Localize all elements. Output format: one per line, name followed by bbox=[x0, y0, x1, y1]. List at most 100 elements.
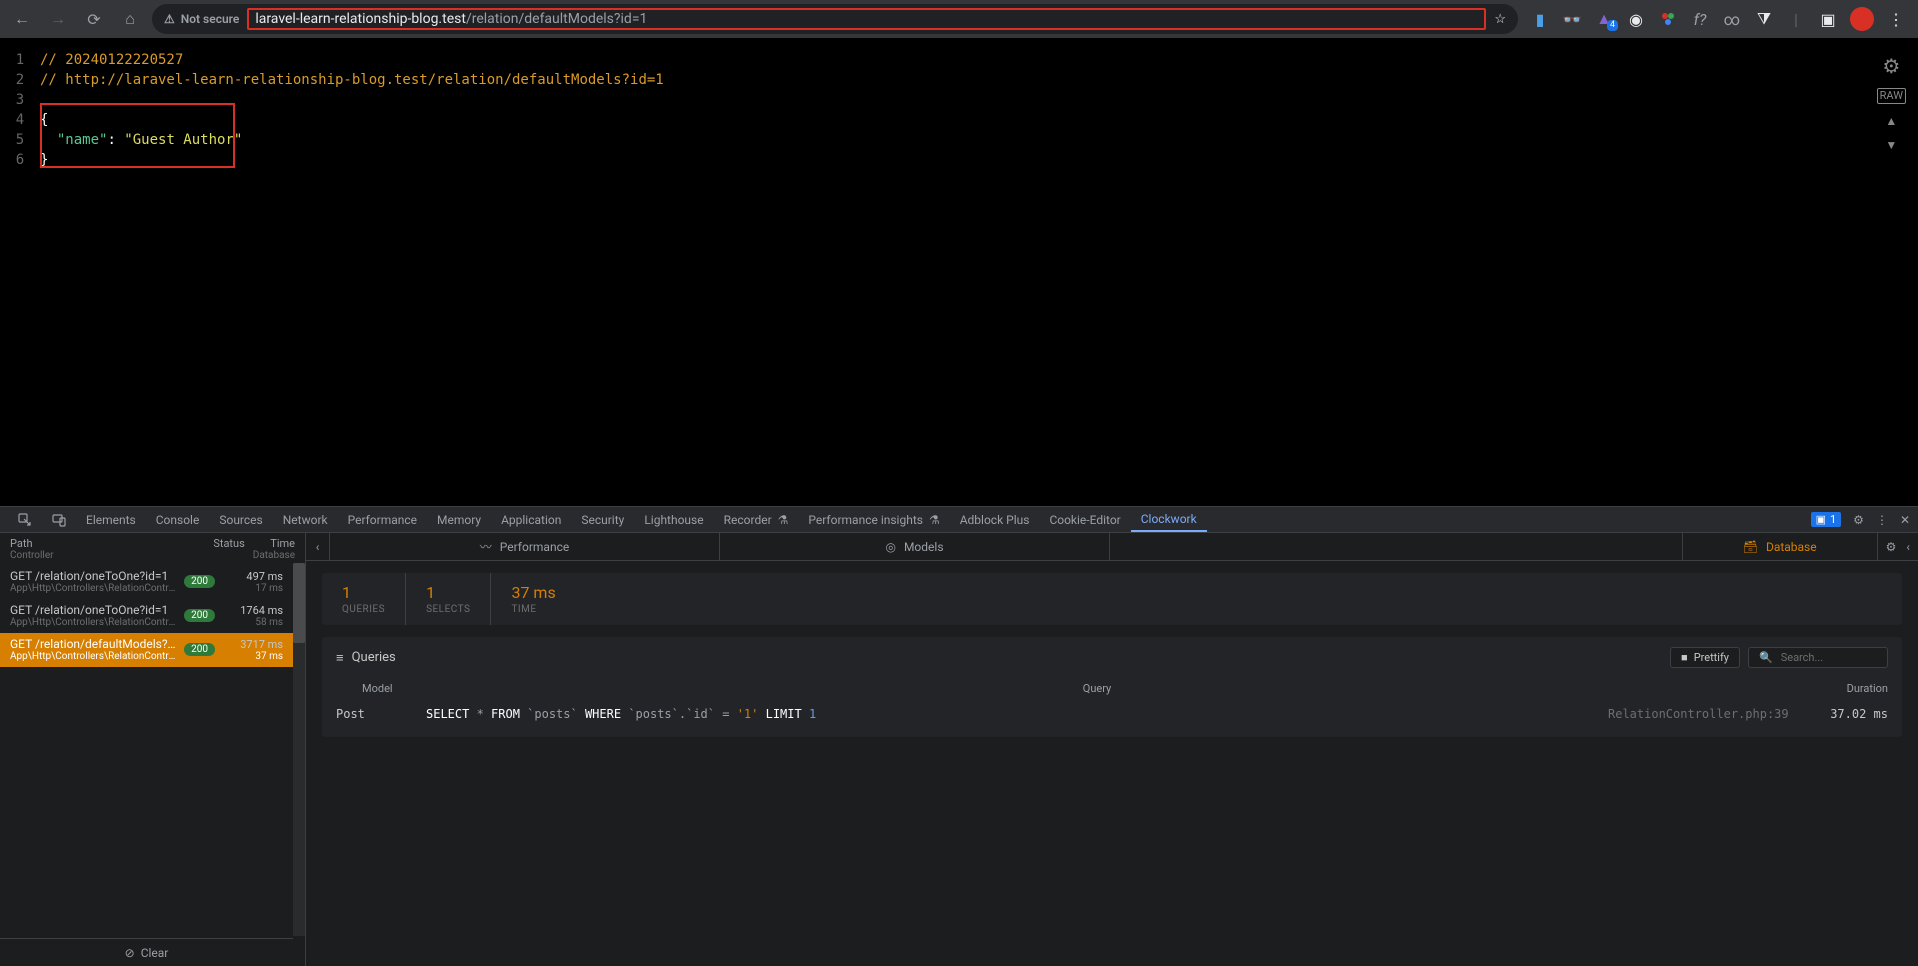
clear-label: Clear bbox=[141, 946, 169, 960]
back-button[interactable]: ← bbox=[8, 5, 36, 33]
json-brace: } bbox=[40, 152, 48, 168]
tab-lighthouse[interactable]: Lighthouse bbox=[634, 507, 713, 532]
menu-icon[interactable]: ⋮ bbox=[1886, 9, 1906, 29]
stat-label: QUERIES bbox=[342, 604, 385, 615]
tab-network[interactable]: Network bbox=[273, 507, 338, 532]
tab-elements[interactable]: Elements bbox=[76, 507, 146, 532]
security-label: Not secure bbox=[181, 12, 240, 26]
request-path: GET /relation/oneToOne?id=1 bbox=[10, 603, 176, 617]
search-input[interactable]: 🔍 Search... bbox=[1748, 647, 1888, 668]
database-icon: 🗃 bbox=[1743, 540, 1758, 554]
settings-icon[interactable]: ⚙ bbox=[1853, 513, 1864, 527]
tab-console[interactable]: Console bbox=[146, 507, 210, 532]
line-number: 1 bbox=[0, 50, 40, 70]
inspect-icon[interactable] bbox=[8, 507, 42, 532]
col-query: Query bbox=[426, 682, 1768, 695]
query-model: Post bbox=[336, 707, 426, 721]
more-icon[interactable]: ⋮ bbox=[1876, 513, 1888, 527]
close-icon[interactable]: ✕ bbox=[1900, 513, 1910, 527]
profile-avatar[interactable] bbox=[1850, 7, 1874, 31]
clear-button[interactable]: ⊘ Clear bbox=[0, 938, 293, 966]
ext-icon-5[interactable] bbox=[1658, 9, 1678, 29]
tab-clockwork[interactable]: Clockwork bbox=[1131, 507, 1207, 532]
tab-cw-database[interactable]: 🗃 Database bbox=[1683, 533, 1878, 560]
ext-icon-6[interactable]: f? bbox=[1690, 9, 1710, 29]
code-area[interactable]: // 20240122220527 // http://laravel-lear… bbox=[40, 38, 664, 506]
ext-icon-4[interactable]: ◉ bbox=[1626, 9, 1646, 29]
header-controller: Controller bbox=[10, 550, 193, 561]
device-icon[interactable] bbox=[42, 507, 76, 532]
clockwork-panel: Path Controller Status Time Database GET… bbox=[0, 533, 1918, 966]
stat-item: 37 ms TIME bbox=[491, 573, 575, 625]
tab-cookie[interactable]: Cookie-Editor bbox=[1039, 507, 1130, 532]
ext-icon-2[interactable]: 👓 bbox=[1562, 9, 1582, 29]
line-number: 2 bbox=[0, 70, 40, 90]
extensions-icon[interactable]: ⧩ bbox=[1754, 9, 1774, 29]
issues-badge[interactable]: ▣ 1 bbox=[1811, 512, 1842, 527]
tab-security[interactable]: Security bbox=[571, 507, 634, 532]
search-icon: 🔍 bbox=[1759, 651, 1773, 664]
forward-button[interactable]: → bbox=[44, 5, 72, 33]
request-controller: App\Http\Controllers\RelationController@… bbox=[10, 617, 176, 628]
raw-icon[interactable]: RAW bbox=[1877, 88, 1906, 104]
request-time: 1764 ms bbox=[223, 604, 283, 617]
request-db: 58 ms bbox=[223, 617, 283, 628]
query-sql: SELECT * FROM `posts` WHERE `posts`.`id`… bbox=[426, 707, 1608, 721]
stats-row: 1 QUERIES1 SELECTS37 ms TIME bbox=[322, 573, 1902, 625]
tab-memory[interactable]: Memory bbox=[427, 507, 491, 532]
line-number: 6 bbox=[0, 150, 40, 170]
target-icon: ◎ bbox=[885, 540, 895, 554]
request-path: GET /relation/defaultModels?id=1 bbox=[10, 637, 176, 651]
reload-button[interactable]: ⟳ bbox=[80, 5, 108, 33]
tab-performance[interactable]: Performance bbox=[338, 507, 427, 532]
browser-toolbar: ← → ⟳ ⌂ ⚠ Not secure laravel-learn-relat… bbox=[0, 0, 1918, 38]
query-row[interactable]: Post SELECT * FROM `posts` WHERE `posts`… bbox=[336, 701, 1888, 727]
info-icon: ▣ bbox=[1816, 513, 1826, 526]
request-row[interactable]: GET /relation/defaultModels?id=1 App\Htt… bbox=[0, 633, 293, 667]
collapse-up-icon[interactable]: ▲ bbox=[1885, 114, 1897, 128]
panel-icon[interactable]: ▣ bbox=[1818, 9, 1838, 29]
clear-icon: ⊘ bbox=[125, 946, 135, 960]
viewer-toolbar: ⚙ RAW ▲ ▼ bbox=[1877, 54, 1906, 152]
stat-value: 37 ms bbox=[511, 583, 555, 602]
tab-sources[interactable]: Sources bbox=[209, 507, 272, 532]
security-indicator[interactable]: ⚠ Not secure bbox=[164, 12, 239, 26]
tab-cw-models[interactable]: ◎ Models bbox=[720, 533, 1110, 560]
header-time: Time bbox=[253, 537, 295, 550]
ext-icon-3[interactable]: ▲4 bbox=[1594, 9, 1614, 29]
stat-label: SELECTS bbox=[426, 604, 470, 615]
gear-icon[interactable]: ⚙ bbox=[1882, 54, 1900, 78]
prettify-button[interactable]: ■ Prettify bbox=[1670, 647, 1740, 668]
stat-item: 1 QUERIES bbox=[322, 573, 406, 625]
request-row[interactable]: GET /relation/oneToOne?id=1 App\Http\Con… bbox=[0, 565, 293, 599]
prev-button[interactable]: ‹ bbox=[306, 533, 330, 560]
scrollbar-thumb[interactable] bbox=[293, 563, 305, 643]
tab-application[interactable]: Application bbox=[491, 507, 571, 532]
home-button[interactable]: ⌂ bbox=[116, 5, 144, 33]
request-path: GET /relation/oneToOne?id=1 bbox=[10, 569, 176, 583]
collapse-icon[interactable]: ‹ bbox=[1906, 540, 1910, 554]
request-controller: App\Http\Controllers\RelationController@… bbox=[10, 651, 176, 662]
comment-line: // http://laravel-learn-relationship-blo… bbox=[40, 72, 664, 88]
divider: | bbox=[1786, 9, 1806, 29]
square-icon: ■ bbox=[1681, 651, 1688, 664]
request-row[interactable]: GET /relation/oneToOne?id=1 App\Http\Con… bbox=[0, 599, 293, 633]
status-badge: 200 bbox=[184, 575, 215, 588]
line-number: 4 bbox=[0, 110, 40, 130]
ext-icon-7[interactable]: ∞ bbox=[1722, 9, 1742, 29]
tab-adblock[interactable]: Adblock Plus bbox=[950, 507, 1040, 532]
json-key: "name" bbox=[57, 132, 108, 148]
scrollbar[interactable] bbox=[293, 563, 305, 936]
tab-cw-performance[interactable]: 〰 Performance bbox=[330, 533, 720, 560]
tab-insights[interactable]: Performance insights ⚗ bbox=[798, 507, 949, 532]
request-list[interactable]: GET /relation/oneToOne?id=1 App\Http\Con… bbox=[0, 565, 293, 938]
expand-down-icon[interactable]: ▼ bbox=[1885, 138, 1897, 152]
tab-recorder[interactable]: Recorder ⚗ bbox=[714, 507, 799, 532]
ext-icon-1[interactable]: ▮ bbox=[1530, 9, 1550, 29]
json-brace: { bbox=[40, 112, 48, 128]
settings-icon[interactable]: ⚙ bbox=[1886, 540, 1897, 554]
url-bar[interactable]: ⚠ Not secure laravel-learn-relationship-… bbox=[152, 4, 1518, 34]
star-icon[interactable]: ☆ bbox=[1494, 12, 1506, 27]
badge-count: 1 bbox=[1830, 513, 1836, 526]
flask-icon: ⚗ bbox=[778, 513, 789, 527]
